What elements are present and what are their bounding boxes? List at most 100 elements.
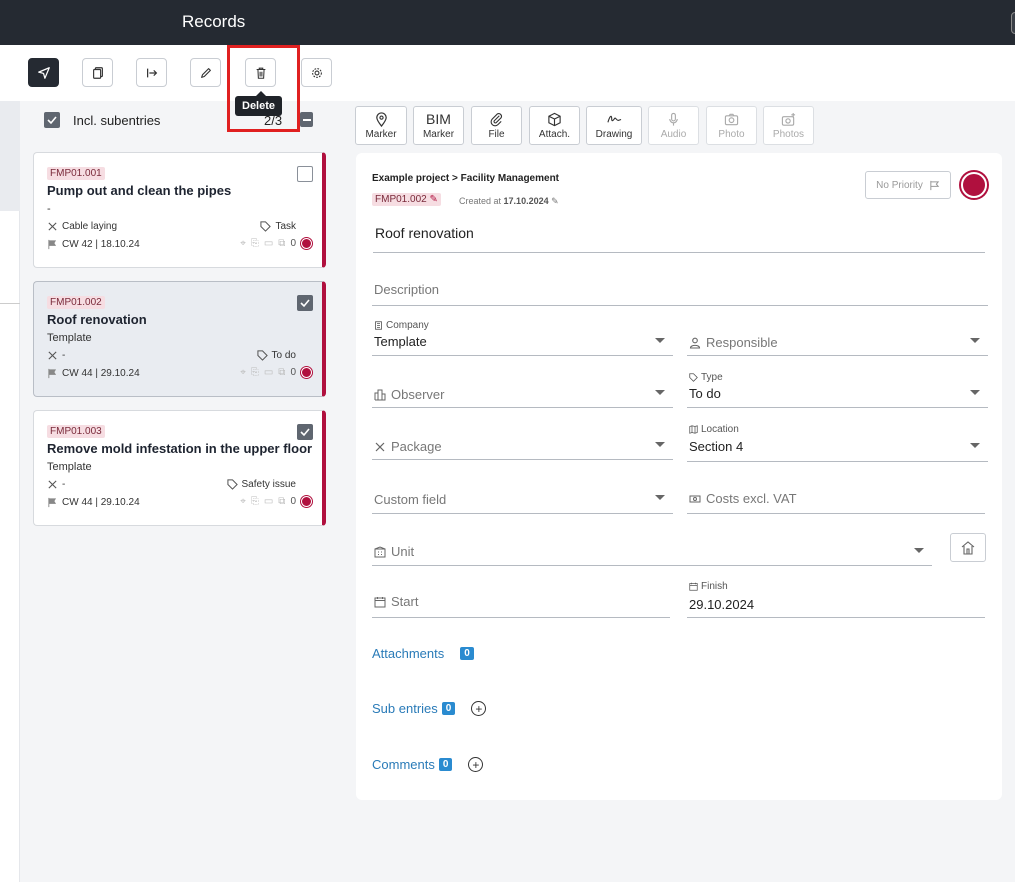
chevron-down-icon — [655, 442, 665, 447]
chevron-down-icon — [655, 338, 665, 343]
subentries-count-badge: 0 — [441, 702, 456, 715]
paperclip-icon: ⎘ — [250, 367, 259, 378]
record-count: 0 — [290, 367, 296, 378]
record-card[interactable]: FMP01.002 Roof renovation Template - To … — [33, 281, 326, 397]
title-field[interactable]: Roof renovation — [373, 223, 985, 253]
type-label: Type — [689, 372, 723, 383]
unit-placeholder-text: Unit — [391, 544, 415, 559]
record-title: Roof renovation — [47, 312, 147, 327]
priority-button[interactable]: No Priority — [865, 171, 951, 199]
send-icon — [37, 66, 50, 79]
finish-date-input[interactable]: Finish 29.10.2024 — [687, 581, 985, 618]
record-checkbox[interactable] — [297, 295, 313, 311]
record-checkbox[interactable] — [297, 424, 313, 440]
unit-select[interactable]: Unit — [372, 530, 932, 566]
record-package-label: - — [62, 479, 66, 490]
drawing-button[interactable]: Drawing — [586, 106, 642, 145]
add-subentry-button[interactable]: + — [471, 701, 487, 716]
comment-icon: ▭ — [263, 496, 274, 507]
copy-button[interactable] — [82, 58, 113, 87]
observer-select[interactable]: Observer — [372, 372, 673, 408]
selection-count: 2/3 — [264, 113, 283, 128]
edit-icon — [200, 67, 211, 78]
send-button[interactable] — [28, 58, 59, 87]
tag-icon — [226, 479, 238, 490]
record-date-label: CW 44 | 29.10.24 — [62, 368, 140, 379]
photos-button[interactable]: Photos — [763, 106, 814, 145]
attach-button[interactable]: Attach. — [529, 106, 580, 145]
record-package-label: - — [62, 350, 66, 361]
comments-count-badge: 0 — [438, 758, 453, 771]
company-value: Template — [374, 334, 427, 349]
description-field[interactable]: Description — [372, 279, 988, 306]
tag-icon — [689, 373, 698, 382]
bim-label: BIM — [426, 110, 451, 127]
record-id-tag: FMP01.002 — [47, 296, 105, 309]
type-select[interactable]: Type To do — [687, 372, 988, 408]
chevron-down-icon — [970, 338, 980, 343]
tag-icon — [260, 221, 272, 232]
cube-icon — [548, 112, 561, 126]
record-date: CW 44 | 29.10.24 — [47, 497, 140, 508]
record-card[interactable]: FMP01.001 Pump out and clean the pipes -… — [33, 152, 326, 268]
settings-button[interactable] — [301, 58, 332, 87]
package-select[interactable]: Package — [372, 424, 673, 460]
chevron-down-icon — [970, 443, 980, 448]
chevron-down-icon — [970, 390, 980, 395]
record-count: 0 — [290, 496, 296, 507]
location-icon: ⌖ — [240, 238, 246, 249]
record-type: Task — [260, 221, 296, 232]
incl-subentries-label: Incl. subentries — [73, 113, 161, 128]
tools-icon — [48, 222, 57, 231]
record-card[interactable]: FMP01.003 Remove mold infestation in the… — [33, 410, 326, 526]
attachments-count-badge: 0 — [460, 647, 474, 660]
status-dot — [301, 367, 312, 378]
record-type-label: To do — [271, 350, 296, 361]
record-meta-icons: ⌖ ⎘ ▭ ⧉ 0 — [240, 367, 312, 378]
observer-placeholder: Observer — [374, 387, 444, 402]
paperclip-icon: ⎘ — [250, 496, 259, 507]
custom-field-select[interactable]: Custom field — [372, 478, 673, 514]
company-select[interactable]: Company Template — [372, 320, 673, 356]
marker-button[interactable]: Marker — [355, 106, 407, 145]
record-id-tag[interactable]: FMP01.002 ✎ — [372, 193, 441, 206]
company-label-text: Company — [386, 320, 429, 331]
record-package: - — [47, 350, 65, 361]
record-count: 0 — [290, 238, 296, 249]
type-value: To do — [689, 386, 721, 401]
type-label-text: Type — [701, 372, 723, 383]
gear-icon — [311, 67, 322, 78]
record-checkbox[interactable] — [297, 166, 313, 182]
location-select[interactable]: Location Section 4 — [687, 424, 988, 462]
house-icon — [961, 540, 975, 555]
record-package: Cable laying — [47, 221, 117, 232]
attachments-section[interactable]: Attachments 0 — [372, 646, 474, 661]
photo-button[interactable]: Photo — [706, 106, 757, 145]
export-button[interactable] — [136, 58, 167, 87]
responsible-select[interactable]: Responsible — [687, 320, 988, 356]
unit-picker-button[interactable] — [950, 533, 986, 562]
file-button[interactable]: File — [471, 106, 522, 145]
start-date-input[interactable]: Start — [372, 581, 670, 618]
comments-section[interactable]: Comments 0 + — [372, 757, 484, 772]
finish-value: 29.10.2024 — [689, 597, 755, 612]
costs-placeholder-text: Costs excl. VAT — [706, 491, 797, 506]
edit-button[interactable] — [190, 58, 221, 87]
paperclip-icon — [490, 112, 503, 126]
subentry-icon: ⧉ — [278, 367, 286, 378]
created-label: Created at — [459, 196, 502, 206]
camera-plus-icon — [781, 112, 796, 126]
costs-input[interactable]: Costs excl. VAT — [687, 478, 985, 514]
incl-subentries-checkbox[interactable] — [44, 112, 60, 128]
bim-marker-button[interactable]: BIM Marker — [413, 106, 464, 145]
audio-button[interactable]: Audio — [648, 106, 699, 145]
subentry-icon: ⧉ — [278, 496, 286, 507]
subentries-section[interactable]: Sub entries 0 + — [372, 701, 487, 716]
collapse-button[interactable] — [300, 112, 313, 127]
window-edge-control[interactable] — [1011, 12, 1015, 34]
add-comment-button[interactable]: + — [468, 757, 484, 772]
pencil-icon[interactable]: ✎ — [551, 196, 559, 206]
location-value: Section 4 — [689, 439, 744, 454]
status-color-button[interactable] — [961, 172, 987, 198]
marker-button-label: Marker — [365, 128, 397, 140]
